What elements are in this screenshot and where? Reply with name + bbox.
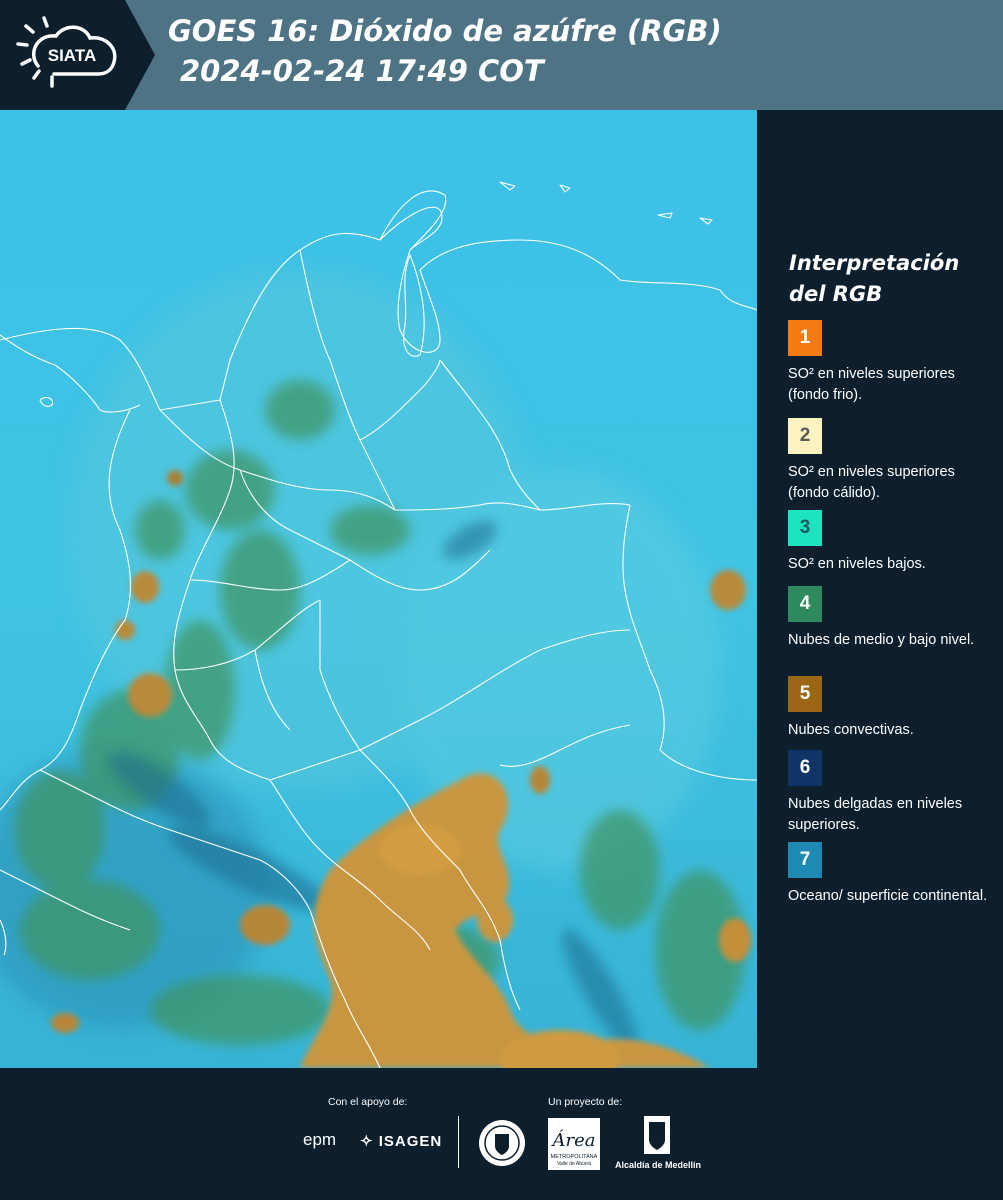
support-label: Con el apoyo de:: [328, 1096, 408, 1108]
legend-item-7: 7 Oceano/ superficie continental.: [788, 842, 993, 907]
legend-swatch: 1: [788, 320, 822, 356]
footer: Con el apoyo de: Un proyecto de: epm ✧ I…: [0, 1068, 1003, 1200]
medellin-seal-icon: [479, 1120, 525, 1166]
legend-label: SO² en niveles superiores (fondo cálido)…: [788, 464, 955, 501]
legend-item-3: 3 SO² en niveles bajos.: [788, 510, 993, 575]
area-metropolitana-logo-icon: Área METROPOLITANA Valle de Aburrá: [548, 1118, 600, 1170]
legend-swatch: 2: [788, 418, 822, 454]
legend-item-1: 1 SO² en niveles superiores (fondo frio).: [788, 320, 993, 406]
legend-item-2: 2 SO² en niveles superiores (fondo cálido…: [788, 418, 993, 504]
legend-label: SO² en niveles superiores (fondo frio).: [788, 366, 955, 403]
legend-swatch: 5: [788, 676, 822, 712]
alcaldia-text: Alcaldía de Medellín: [615, 1160, 701, 1170]
timestamp: 2024-02-24 17:49 COT: [180, 54, 544, 88]
legend-label: Nubes de medio y bajo nivel.: [788, 632, 975, 648]
logo-block: SIATA: [0, 0, 155, 110]
legend-item-6: 6 Nubes delgadas en niveles superiores.: [788, 750, 993, 836]
isagen-mark-icon: ✧: [360, 1133, 374, 1150]
header-bar: SIATA GOES 16: Dióxido de azúfre (RGB) 2…: [0, 0, 1003, 110]
project-label: Un proyecto de:: [548, 1096, 623, 1108]
legend-label: SO² en niveles bajos.: [788, 556, 926, 572]
metro-text: METROPOLITANA: [551, 1154, 598, 1160]
legend-item-4: 4 Nubes de medio y bajo nivel.: [788, 586, 993, 651]
brand-text: SIATA: [48, 46, 96, 65]
legend-label: Nubes delgadas en niveles superiores.: [788, 796, 963, 833]
alcaldia-logo-icon: Alcaldía de Medellín: [615, 1116, 701, 1170]
epm-logo: epm: [303, 1130, 337, 1149]
legend-item-5: 5 Nubes convectivas.: [788, 676, 993, 741]
satellite-map: [0, 110, 757, 1068]
legend-label: Oceano/ superficie continental.: [788, 888, 988, 904]
page-title: GOES 16: Dióxido de azúfre (RGB): [168, 14, 722, 48]
legend-title: Interpretación del RGB: [789, 251, 960, 306]
legend-label: Nubes convectivas.: [788, 722, 914, 738]
legend-swatch: 4: [788, 586, 822, 622]
legend-swatch: 6: [788, 750, 822, 786]
isagen-text: ISAGEN: [378, 1133, 443, 1150]
legend-swatch: 7: [788, 842, 822, 878]
isagen-logo: ✧ ISAGEN: [360, 1132, 442, 1150]
metro-subtext: Valle de Aburrá: [557, 1161, 591, 1167]
footer-divider: [458, 1116, 459, 1168]
legend-swatch: 3: [788, 510, 822, 546]
svg-text:Área: Área: [551, 1128, 596, 1151]
legend-panel: Interpretación del RGB 1 SO² en niveles s…: [760, 110, 1003, 1068]
siata-logo-icon: SIATA: [16, 16, 117, 88]
